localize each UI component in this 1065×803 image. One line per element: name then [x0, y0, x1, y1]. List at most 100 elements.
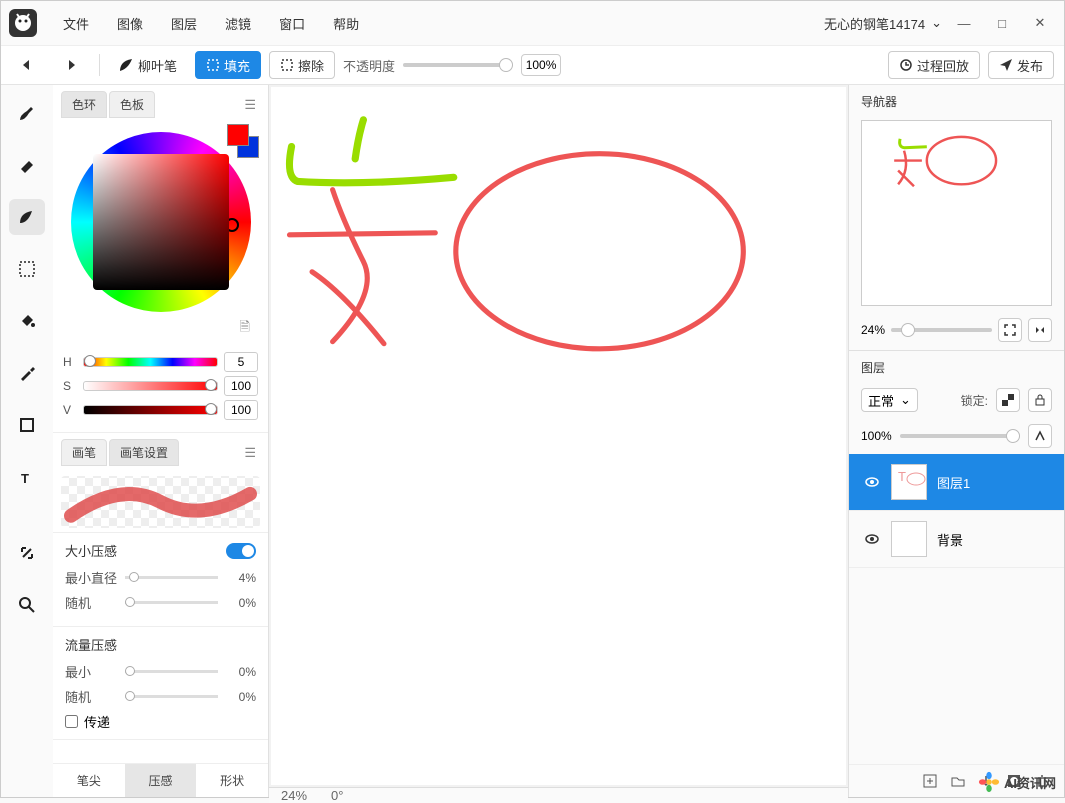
- tab-brush-settings[interactable]: 画笔设置: [109, 439, 179, 466]
- new-layer-button[interactable]: [922, 773, 938, 789]
- opacity-value[interactable]: 100%: [521, 54, 561, 76]
- menu-image[interactable]: 图像: [103, 8, 157, 39]
- saturation-value[interactable]: 100: [224, 376, 258, 396]
- close-button[interactable]: ✕: [1024, 9, 1056, 37]
- blend-mode-select[interactable]: 正常⌄: [861, 388, 918, 412]
- layer-row[interactable]: T 图层1: [849, 454, 1064, 511]
- doc-icon[interactable]: 🗎: [63, 318, 258, 340]
- send-icon: [999, 58, 1013, 72]
- brush-name[interactable]: 柳叶笔: [108, 51, 187, 79]
- value-value[interactable]: 100: [224, 400, 258, 420]
- tool-options-bar: 柳叶笔 填充 擦除 不透明度 100% 过程回放 发布: [1, 45, 1064, 85]
- tab-color-ring[interactable]: 色环: [61, 91, 107, 118]
- tool-smudge[interactable]: [9, 199, 45, 235]
- nav-zoom-slider[interactable]: [891, 328, 992, 332]
- tool-strip: T: [1, 85, 53, 797]
- btab-shape[interactable]: 形状: [196, 764, 268, 797]
- merge-down-button[interactable]: [978, 773, 994, 789]
- left-panels: 色环 色板 ☰ 🗎 H5 S100 V100 画笔 画笔设置 ☰: [53, 85, 269, 797]
- menu-help[interactable]: 帮助: [319, 8, 373, 39]
- pass-checkbox[interactable]: 传递: [65, 712, 256, 731]
- history-icon: [899, 58, 913, 72]
- layers-title: 图层: [849, 350, 1064, 382]
- menu-filter[interactable]: 滤镜: [211, 8, 265, 39]
- panel-menu-icon[interactable]: ☰: [240, 93, 260, 117]
- hue-slider[interactable]: [83, 357, 218, 367]
- chevron-down-icon: ⌄: [900, 392, 911, 408]
- flow-random-slider[interactable]: [125, 695, 218, 698]
- layer-name: 背景: [937, 530, 963, 549]
- undo-button[interactable]: [11, 51, 47, 79]
- layer-name: 图层1: [937, 473, 970, 492]
- tool-marquee[interactable]: [9, 251, 45, 287]
- new-folder-button[interactable]: [950, 773, 966, 789]
- menubar: 文件 图像 图层 滤镜 窗口 帮助 无心的钢笔14174 ⌄ — □ ✕: [1, 1, 1064, 45]
- btab-pressure[interactable]: 压感: [125, 764, 197, 797]
- maximize-button[interactable]: □: [986, 9, 1018, 37]
- brush-preview: [61, 476, 260, 528]
- size-random-label: 随机: [65, 593, 117, 612]
- layer-opacity-slider[interactable]: [900, 434, 1020, 438]
- tool-eyedropper[interactable]: [9, 355, 45, 391]
- delete-layer-button[interactable]: [1034, 773, 1050, 789]
- layer-thumbnail: T: [891, 464, 927, 500]
- nav-zoom-value: 24%: [861, 323, 885, 337]
- menu-window[interactable]: 窗口: [265, 8, 319, 39]
- flip-button[interactable]: [1028, 318, 1052, 342]
- fill-button[interactable]: 填充: [195, 51, 261, 79]
- visibility-icon[interactable]: [863, 473, 881, 491]
- erase-mode-button[interactable]: 擦除: [269, 51, 335, 79]
- value-slider[interactable]: [83, 405, 218, 415]
- publish-button[interactable]: 发布: [988, 51, 1054, 79]
- menu-layer[interactable]: 图层: [157, 8, 211, 39]
- tool-text[interactable]: T: [9, 459, 45, 495]
- flow-min-slider[interactable]: [125, 670, 218, 673]
- canvas-area: 24% 0°: [269, 85, 848, 797]
- opacity-slider[interactable]: [403, 63, 513, 67]
- opacity-label: 不透明度: [343, 56, 395, 75]
- layer-row[interactable]: 背景: [849, 511, 1064, 568]
- tool-bucket[interactable]: [9, 303, 45, 339]
- status-zoom: 24%: [281, 788, 307, 803]
- navigator-title: 导航器: [849, 85, 1064, 116]
- tool-eraser[interactable]: [9, 147, 45, 183]
- tool-transform[interactable]: [9, 535, 45, 571]
- clip-mask-button[interactable]: [1028, 424, 1052, 448]
- lock-label: 锁定:: [961, 392, 988, 409]
- size-random-slider[interactable]: [125, 601, 218, 604]
- color-wheel[interactable]: [71, 132, 251, 312]
- svg-text:T: T: [898, 469, 906, 484]
- tool-shape[interactable]: [9, 407, 45, 443]
- saturation-slider[interactable]: [83, 381, 218, 391]
- minimize-button[interactable]: —: [948, 9, 980, 37]
- tab-color-swatches[interactable]: 色板: [109, 91, 155, 118]
- user-chevron-icon[interactable]: ⌄: [931, 15, 942, 31]
- tab-brush[interactable]: 画笔: [61, 439, 107, 466]
- tool-brush[interactable]: [9, 95, 45, 131]
- visibility-icon[interactable]: [863, 530, 881, 548]
- redo-button[interactable]: [55, 51, 91, 79]
- tool-zoom[interactable]: [9, 587, 45, 623]
- fit-screen-button[interactable]: [998, 318, 1022, 342]
- canvas[interactable]: [271, 87, 846, 785]
- username[interactable]: 无心的钢笔14174: [824, 14, 925, 33]
- btab-tip[interactable]: 笔尖: [53, 764, 125, 797]
- fill-icon: [206, 58, 220, 72]
- right-panels: 导航器 24% 图层 正常⌄ 锁定: 100%: [848, 85, 1064, 797]
- menu-file[interactable]: 文件: [49, 8, 103, 39]
- size-pressure-toggle[interactable]: [226, 543, 256, 559]
- brush-panel-menu-icon[interactable]: ☰: [240, 441, 260, 465]
- playback-button[interactable]: 过程回放: [888, 51, 980, 79]
- min-diameter-slider[interactable]: [125, 576, 218, 579]
- hue-value[interactable]: 5: [224, 352, 258, 372]
- flow-min-label: 最小: [65, 662, 117, 681]
- foreground-swatch[interactable]: [227, 124, 249, 146]
- lock-all-button[interactable]: [1028, 388, 1052, 412]
- mask-button[interactable]: [1006, 773, 1022, 789]
- layer-opacity-value: 100%: [861, 429, 892, 443]
- lock-transparent-button[interactable]: [996, 388, 1020, 412]
- app-logo: [9, 9, 37, 37]
- flow-random-value: 0%: [226, 690, 256, 704]
- layer-actions: [849, 764, 1064, 797]
- navigator-preview[interactable]: [861, 120, 1052, 306]
